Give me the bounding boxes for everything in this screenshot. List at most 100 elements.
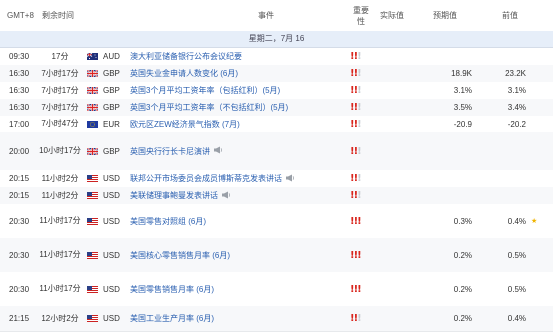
event-link[interactable]: 英国失业金申请人数变化 (6月) xyxy=(130,68,238,79)
event-name-cell: 美国工业生产月率 (6月) xyxy=(130,306,340,331)
previous-value: 0.5% xyxy=(507,284,526,294)
header-previous: 前值 xyxy=(502,11,518,20)
importance-icon: !!! xyxy=(350,116,374,132)
currency-code: USD xyxy=(103,314,120,323)
flag-gb-icon xyxy=(87,99,98,116)
table-row[interactable]: 20:15 11小时2分 USD 美联储理事鲍曼发表讲话!!! xyxy=(0,187,553,205)
currency-code: USD xyxy=(103,216,120,226)
exclamation-icon: ! xyxy=(357,102,361,113)
importance-exclamations: !!! xyxy=(350,249,362,261)
event-time: 17:00 xyxy=(9,119,30,129)
time-remaining: 7小时17分 xyxy=(41,102,79,112)
table-row[interactable]: 16:30 7小时17分 GBP 英国3个月平均工资年率（包括红利）(5月)!!! 3.… xyxy=(0,82,553,100)
time-remaining: 11小时17分 xyxy=(39,216,81,225)
table-row[interactable]: 09:30 17分 AUD 澳大利亚储备银行公布会议纪要!!! xyxy=(0,48,553,66)
event-time: 16:30 xyxy=(9,103,30,112)
time-remaining: 7小时17分 xyxy=(41,68,79,78)
event-link[interactable]: 英国3个月平均工资年率（包括红利）(5月) xyxy=(130,85,280,96)
importance-icon: !!! xyxy=(350,48,374,65)
previous-value xyxy=(478,170,526,187)
event-name-cell: 英国3个月平均工资年率（不包括红利）(5月) xyxy=(130,99,340,116)
event-link[interactable]: 英国央行行长卡尼演讲 xyxy=(130,146,210,157)
currency-code: USD xyxy=(103,174,120,183)
country-flag-icon xyxy=(87,147,98,155)
event-name-cell: 英国3个月平均工资年率（包括红利）(5月) xyxy=(130,82,340,99)
table-row[interactable]: 21:15 12小时2分 USD 美国工业生产月率 (6月)!!! 0.2% 0.4% xyxy=(0,306,553,332)
exclamation-icon: ! xyxy=(357,190,361,201)
table-row[interactable]: 20:30 11小时17分 USD 美国零售销售月率 (6月)!!! 0.2% 0.5% xyxy=(0,272,553,307)
importance-exclamations: !!! xyxy=(350,313,362,324)
forecast-value: 0.3% xyxy=(453,216,472,226)
event-time: 20:30 xyxy=(9,284,30,294)
header-timezone[interactable]: GMT+8 xyxy=(7,11,34,20)
event-link[interactable]: 美国零售对照组 (6月) xyxy=(130,216,206,227)
flag-au-icon xyxy=(87,48,98,65)
flag-us-icon xyxy=(87,170,98,187)
table-row[interactable]: 16:30 7小时17分 GBP 英国3个月平均工资年率（不包括红利）(5月)!!! 3… xyxy=(0,99,553,117)
flag-us-icon xyxy=(87,204,98,238)
event-link[interactable]: 联邦公开市场委员会成员博斯蒂克发表讲话 xyxy=(130,173,282,184)
exclamation-icon: ! xyxy=(357,68,361,79)
exclamation-icon: ! xyxy=(357,313,361,324)
star-glyph-icon: ★ xyxy=(531,218,538,225)
event-time: 20:00 xyxy=(9,146,30,156)
importance-icon: !!! xyxy=(350,82,374,99)
forecast-value: 0.2% xyxy=(453,314,472,323)
forecast-value xyxy=(420,48,472,65)
importance-icon: !!! xyxy=(350,204,374,238)
event-name-cell: 英国央行行长卡尼演讲 xyxy=(130,132,340,170)
event-link[interactable]: 澳大利亚储备银行公布会议纪要 xyxy=(130,51,242,62)
importance-icon: !!! xyxy=(350,272,374,306)
event-link[interactable]: 英国3个月平均工资年率（不包括红利）(5月) xyxy=(130,102,288,113)
header-remaining: 剩余时间 xyxy=(42,11,74,20)
event-link[interactable]: 美国零售销售月率 (6月) xyxy=(130,284,214,295)
event-link[interactable]: 欧元区ZEW经济景气指数 (7月) xyxy=(130,119,240,130)
flag-us-icon xyxy=(87,272,98,306)
header-importance-line1: 重要 xyxy=(353,6,369,15)
event-link[interactable]: 美国核心零售销售月率 (6月) xyxy=(130,250,230,261)
importance-icon: !!! xyxy=(350,65,374,82)
importance-exclamations: !!! xyxy=(350,119,362,130)
flag-us-icon xyxy=(87,238,98,272)
previous-value: -20.2 xyxy=(507,119,526,129)
forecast-value: 3.5% xyxy=(453,103,472,112)
time-remaining: 7小时17分 xyxy=(41,85,79,95)
event-link[interactable]: 美国工业生产月率 (6月) xyxy=(130,313,214,324)
previous-value: 0.4% xyxy=(507,216,526,226)
currency-code: USD xyxy=(103,250,120,260)
flag-us-icon xyxy=(87,187,98,204)
event-name-cell: 欧元区ZEW经济景气指数 (7月) xyxy=(130,116,340,132)
exclamation-icon: ! xyxy=(357,249,361,261)
currency-code: USD xyxy=(103,284,120,294)
table-row[interactable]: 17:00 7小时47分 EUR 欧元区ZEW经济景气指数 (7月)!!! -20.9 -… xyxy=(0,116,553,133)
table-row[interactable]: 20:15 11小时2分 USD 联邦公开市场委员会成员博斯蒂克发表讲话!!! xyxy=(0,170,553,188)
exclamation-icon: ! xyxy=(357,51,361,62)
exclamation-icon: ! xyxy=(357,85,361,96)
previous-value: 3.4% xyxy=(507,103,526,112)
importance-exclamations: !!! xyxy=(350,102,362,113)
table-row[interactable]: 20:00 10小时17分 GBP 英国央行行长卡尼演讲!!! xyxy=(0,132,553,171)
time-remaining: 11小时2分 xyxy=(41,173,79,183)
previous-value xyxy=(478,132,526,170)
flag-gb-icon xyxy=(87,65,98,82)
country-flag-icon xyxy=(87,217,98,225)
flag-eu-icon xyxy=(87,116,98,132)
table-row[interactable]: 16:30 7小时17分 GBP 英国失业金申请人数变化 (6月)!!! 18.9K 23… xyxy=(0,65,553,83)
event-name-cell: 美国核心零售销售月率 (6月) xyxy=(130,238,340,272)
importance-exclamations: !!! xyxy=(350,173,362,184)
country-flag-icon xyxy=(87,70,98,77)
event-link[interactable]: 美联储理事鲍曼发表讲话 xyxy=(130,190,218,201)
importance-exclamations: !!! xyxy=(350,284,362,295)
time-remaining: 11小时2分 xyxy=(41,190,79,200)
currency-code: AUD xyxy=(103,52,120,61)
table-row[interactable]: 20:30 11小时17分 USD 美国零售对照组 (6月)!!! 0.3% 0.4% ★ xyxy=(0,204,553,239)
table-row[interactable]: 20:30 11小时17分 USD 美国核心零售销售月率 (6月)!!! 0.2% 0.5… xyxy=(0,238,553,273)
event-name-cell: 英国失业金申请人数变化 (6月) xyxy=(130,65,340,82)
header-event: 事件 xyxy=(258,11,274,20)
country-flag-icon xyxy=(87,104,98,111)
event-name-cell: 美国零售对照组 (6月) xyxy=(130,204,340,238)
star-icon[interactable]: ★ xyxy=(531,204,541,238)
event-name-cell: 美国零售销售月率 (6月) xyxy=(130,272,340,306)
date-bar: 星期二，7月 16 xyxy=(0,31,553,48)
event-name-cell: 澳大利亚储备银行公布会议纪要 xyxy=(130,48,340,65)
